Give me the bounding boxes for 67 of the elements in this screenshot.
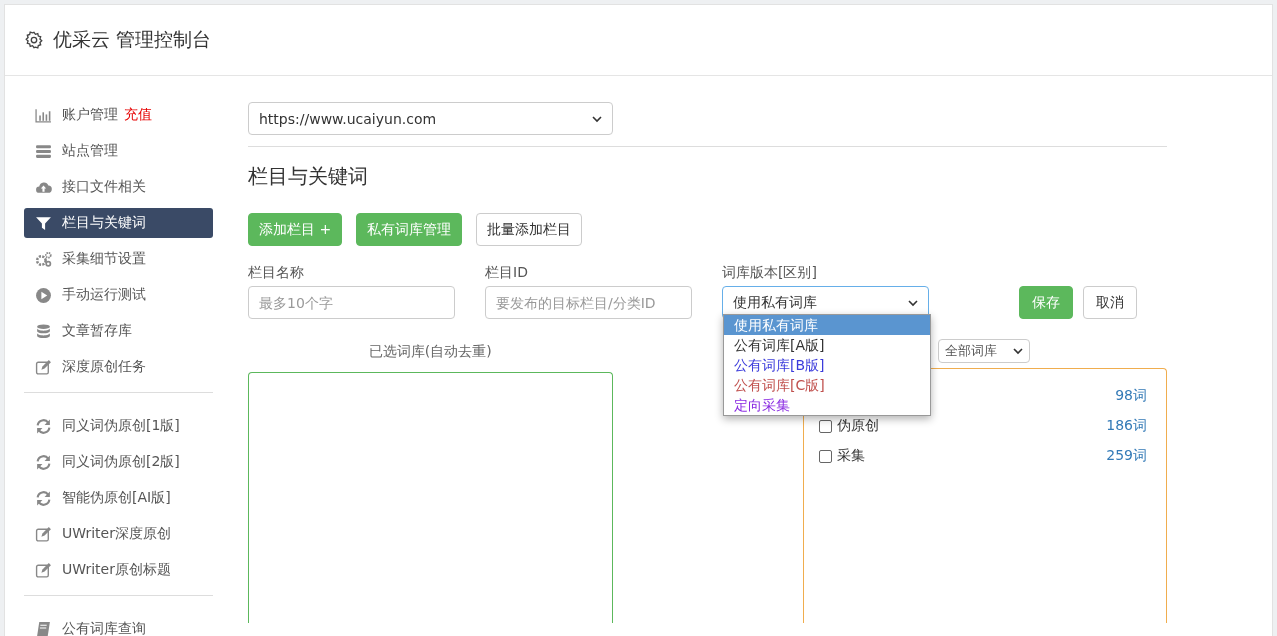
sidebar-item[interactable]: 深度原创任务 — [24, 352, 213, 382]
item-label: UWriter原创标题 — [62, 561, 171, 579]
sidebar-item[interactable]: 采集细节设置 — [24, 244, 213, 274]
cancel-button[interactable]: 取消 — [1083, 286, 1137, 319]
dropdown-option[interactable]: 公有词库[B版] — [724, 355, 930, 375]
input-field[interactable]: 最多10个字 — [248, 286, 455, 319]
item-label: 智能伪原创[AI版] — [62, 489, 171, 507]
play-icon — [35, 286, 52, 304]
server-icon — [35, 142, 52, 160]
sidebar-item[interactable]: 栏目与关键词 — [24, 208, 213, 238]
section-heading: 栏目与关键词 — [248, 163, 369, 190]
edit-icon — [35, 358, 52, 376]
field-label: 词库版本[区别] — [722, 264, 818, 282]
field-label: 栏目ID — [485, 264, 529, 282]
sidebar-item[interactable]: UWriter深度原创 — [24, 519, 213, 549]
item-label: 同义词伪原创[1版] — [62, 417, 180, 435]
filter-icon — [35, 214, 52, 232]
sidebar-item[interactable]: 同义词伪原创[2版] — [24, 447, 213, 477]
sidebar-item[interactable]: 同义词伪原创[1版] — [24, 411, 213, 441]
edit-icon — [35, 525, 52, 543]
item-label: 栏目与关键词 — [62, 214, 146, 232]
filter-select[interactable]: 全部词库 — [938, 339, 1030, 363]
bar-chart-icon — [35, 106, 52, 124]
site-select[interactable]: https://www.ucaiyun.com — [248, 102, 613, 135]
list-title: 已选词库(自动去重) — [367, 343, 493, 361]
item-label: 手动运行测试 — [62, 286, 146, 304]
sidebar-item[interactable]: 公有词库查询 — [24, 614, 213, 636]
sidebar-item[interactable]: UWriter原创标题 — [24, 555, 213, 585]
recharge-link[interactable]: 充值 — [124, 106, 152, 124]
item-label: 站点管理 — [62, 142, 118, 160]
field-label: 栏目名称 — [248, 264, 305, 282]
item-label: 文章暂存库 — [62, 322, 132, 340]
chevron-icon — [592, 113, 602, 124]
sidebar-item[interactable]: 站点管理 — [24, 136, 213, 166]
item-label: UWriter深度原创 — [62, 525, 171, 543]
chevron-icon — [1013, 346, 1023, 356]
sidebar-item[interactable]: 智能伪原创[AI版] — [24, 483, 213, 513]
word-count: 259词 — [1106, 447, 1147, 465]
refresh-icon — [35, 489, 52, 507]
edit-icon — [35, 561, 52, 579]
word-count: 98词 — [1115, 387, 1147, 405]
sidebar-item[interactable]: 文章暂存库 — [24, 316, 213, 346]
chevron-icon — [908, 297, 918, 308]
word-count: 186词 — [1106, 417, 1147, 435]
checkbox[interactable] — [818, 449, 832, 463]
action-button[interactable]: 批量添加栏目 — [476, 213, 583, 246]
refresh-icon — [35, 453, 52, 471]
sidebar-item[interactable]: 手动运行测试 — [24, 280, 213, 310]
dropdown-option[interactable]: 定向采集 — [724, 395, 930, 415]
input-field[interactable]: 要发布的目标栏目/分类ID — [485, 286, 692, 319]
item-label: 同义词伪原创[2版] — [62, 453, 180, 471]
library-name: 采集 — [836, 447, 865, 465]
item-label: 接口文件相关 — [62, 178, 146, 196]
app-title: 优采云 管理控制台 — [53, 27, 212, 52]
item-label: 公有词库查询 — [62, 620, 146, 636]
refresh-icon — [35, 417, 52, 435]
item-label: 账户管理 — [62, 106, 118, 124]
dropdown-option[interactable]: 公有词库[C版] — [724, 375, 930, 395]
item-label: 采集细节设置 — [62, 250, 146, 268]
dropdown-option[interactable]: 公有词库[A版] — [724, 335, 930, 355]
library-name: 伪原创 — [836, 417, 879, 435]
checkbox[interactable] — [818, 419, 832, 433]
sidebar-item[interactable]: 账户管理 充值 — [24, 100, 213, 130]
sidebar-item[interactable]: 接口文件相关 — [24, 172, 213, 202]
database-icon — [35, 322, 52, 340]
item-label: 深度原创任务 — [62, 358, 146, 376]
settings-icon — [25, 31, 43, 49]
